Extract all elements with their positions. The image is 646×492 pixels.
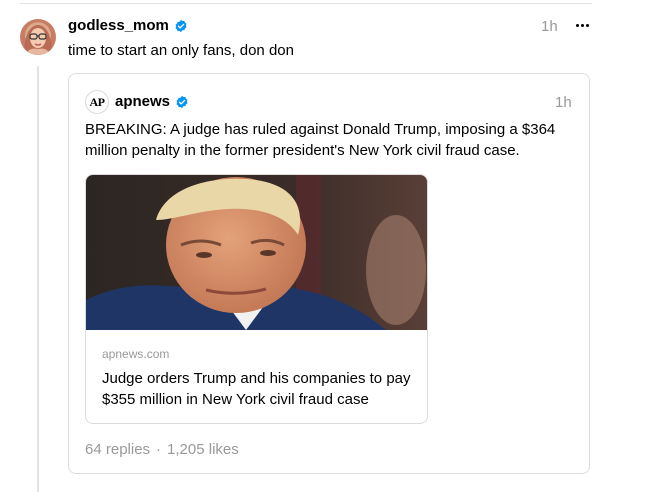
- avatar[interactable]: [20, 19, 56, 55]
- link-preview-card[interactable]: apnews.com Judge orders Trump and his co…: [85, 174, 428, 424]
- avatar-image: [24, 25, 52, 55]
- more-horizontal-icon[interactable]: [573, 16, 591, 34]
- quoted-post-text: BREAKING: A judge has ruled against Dona…: [85, 121, 556, 159]
- link-preview-image: [86, 175, 427, 330]
- replies-count[interactable]: 64 replies: [85, 441, 150, 458]
- post-text: time to start an only fans, don don: [68, 42, 294, 59]
- link-domain: apnews.com: [102, 347, 170, 361]
- quoted-post-time[interactable]: 1h: [555, 94, 572, 111]
- quoted-author-avatar[interactable]: AP: [85, 90, 109, 114]
- verified-badge-icon: [175, 19, 187, 32]
- post-author-name[interactable]: godless_mom: [68, 17, 169, 34]
- likes-count[interactable]: 1,205 likes: [167, 441, 239, 458]
- stats-separator: ·: [156, 441, 162, 458]
- verified-badge-icon: [176, 95, 188, 108]
- link-title[interactable]: Judge orders Trump and his companies to …: [102, 368, 422, 410]
- post-time[interactable]: 1h: [541, 18, 558, 35]
- thread-line: [37, 66, 39, 492]
- top-divider: [20, 3, 592, 4]
- quoted-post-card[interactable]: AP apnews 1h BREAKING: A judge has ruled…: [68, 73, 590, 474]
- post-author[interactable]: godless_mom: [68, 17, 188, 34]
- quoted-author[interactable]: apnews: [115, 93, 189, 110]
- quoted-post-stats: 64 replies · 1,205 likes: [85, 441, 239, 458]
- quoted-author-name[interactable]: apnews: [115, 93, 170, 110]
